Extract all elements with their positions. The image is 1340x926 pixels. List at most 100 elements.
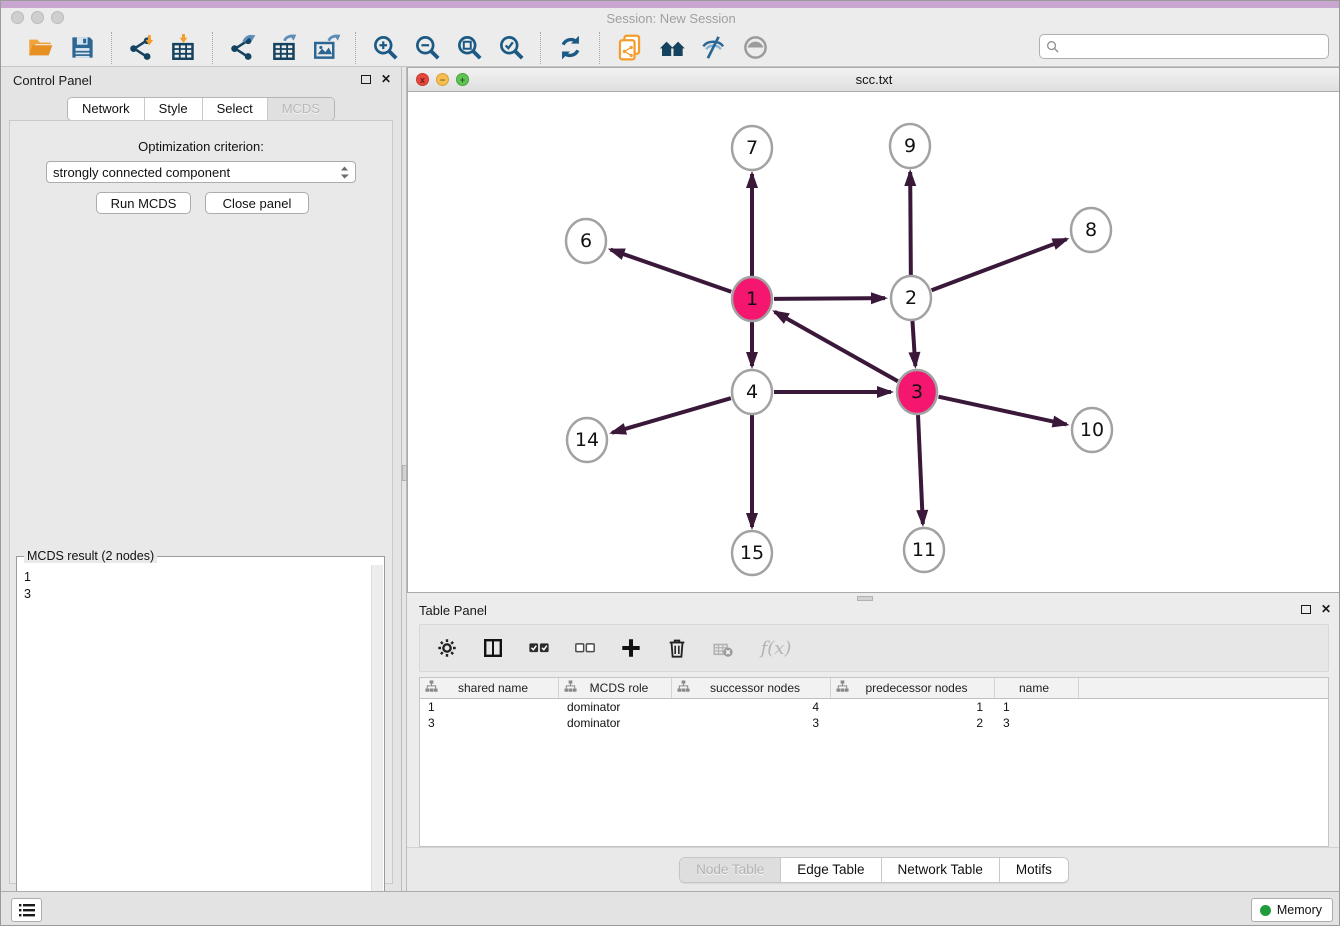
close-table-panel-icon[interactable]: ✕ xyxy=(1321,603,1331,615)
tab-node-table[interactable]: Node Table xyxy=(680,858,780,882)
first-neighbors-icon[interactable] xyxy=(656,33,686,63)
graph-node-2[interactable]: 2 xyxy=(891,276,931,320)
table-panel: Table Panel ✕ f(x) shared nameMCDS roles… xyxy=(407,597,1340,891)
tab-motifs[interactable]: Motifs xyxy=(999,858,1068,882)
deselect-all-checkboxes-icon[interactable] xyxy=(572,635,598,661)
zoom-fit-icon[interactable] xyxy=(454,33,484,63)
run-mcds-button[interactable]: Run MCDS xyxy=(96,192,191,214)
tab-mcds[interactable]: MCDS xyxy=(267,98,334,120)
table-tab-strip: Node TableEdge TableNetwork TableMotifs xyxy=(407,847,1340,891)
table-row[interactable]: 3dominator323 xyxy=(420,715,1328,731)
edge-4-14[interactable] xyxy=(612,398,731,433)
edge-2-8[interactable] xyxy=(932,239,1067,290)
table-cell[interactable]: 1 xyxy=(995,699,1079,715)
import-table-icon[interactable] xyxy=(168,33,198,63)
mcds-result-area[interactable]: 13 xyxy=(16,556,385,926)
column-header-name[interactable]: name xyxy=(995,678,1079,698)
table-row[interactable]: 1dominator411 xyxy=(420,699,1328,715)
edge-2-9[interactable] xyxy=(910,172,911,276)
export-network-icon[interactable] xyxy=(227,33,257,63)
graph-node-3[interactable]: 3 xyxy=(897,370,937,414)
show-all-icon[interactable] xyxy=(740,33,770,63)
network-window-titlebar[interactable]: x − + scc.txt xyxy=(408,68,1340,92)
result-scrollbar[interactable] xyxy=(371,565,383,926)
tab-style[interactable]: Style xyxy=(144,98,202,120)
save-session-icon[interactable] xyxy=(67,33,97,63)
float-table-panel-icon[interactable] xyxy=(1301,605,1311,614)
close-panel-icon[interactable]: ✕ xyxy=(381,73,391,85)
column-header-shared-name[interactable]: shared name xyxy=(420,678,559,698)
graph-node-8[interactable]: 8 xyxy=(1071,208,1111,252)
table-panel-title: Table Panel xyxy=(419,603,487,618)
table-cell[interactable]: 2 xyxy=(831,715,995,731)
graph-node-15[interactable]: 15 xyxy=(732,531,772,575)
graph-node-6[interactable]: 6 xyxy=(566,219,606,263)
table-cell[interactable]: dominator xyxy=(559,699,672,715)
graph-node-11[interactable]: 11 xyxy=(904,528,944,572)
close-window-button[interactable] xyxy=(11,11,24,24)
table-cell[interactable]: 3 xyxy=(672,715,831,731)
search-box[interactable] xyxy=(1039,34,1329,59)
result-line: 1 xyxy=(24,569,31,586)
table-cell[interactable]: 3 xyxy=(995,715,1079,731)
tab-edge-table[interactable]: Edge Table xyxy=(780,858,880,882)
node-table[interactable]: shared nameMCDS rolesuccessor nodesprede… xyxy=(419,677,1329,847)
column-label: name xyxy=(1000,681,1078,695)
select-all-checkboxes-icon[interactable] xyxy=(526,635,552,661)
import-network-icon[interactable] xyxy=(126,33,156,63)
network-zoom-button[interactable]: + xyxy=(456,73,469,86)
show-columns-icon[interactable] xyxy=(480,635,506,661)
delete-column-icon[interactable] xyxy=(664,635,690,661)
graph-node-7[interactable]: 7 xyxy=(732,126,772,170)
column-header-MCDS-role[interactable]: MCDS role xyxy=(559,678,672,698)
edge-1-2[interactable] xyxy=(774,298,885,299)
export-table-icon[interactable] xyxy=(269,33,299,63)
horizontal-divider-grip[interactable] xyxy=(857,596,873,601)
graph-node-10[interactable]: 10 xyxy=(1072,408,1112,452)
graph-node-9[interactable]: 9 xyxy=(890,124,930,168)
edge-3-10[interactable] xyxy=(938,397,1066,425)
criterion-dropdown[interactable]: strongly connected component xyxy=(46,161,356,183)
table-cell[interactable]: 3 xyxy=(420,715,559,731)
zoom-selected-icon[interactable] xyxy=(496,33,526,63)
tab-network-table[interactable]: Network Table xyxy=(881,858,999,882)
graph-node-4[interactable]: 4 xyxy=(732,370,772,414)
control-panel-header: Control Panel ✕ xyxy=(1,67,401,93)
network-minimize-button[interactable]: − xyxy=(436,73,449,86)
network-close-button[interactable]: x xyxy=(416,73,429,86)
float-panel-icon[interactable] xyxy=(361,75,371,84)
edge-2-3[interactable] xyxy=(912,320,915,366)
close-panel-button[interactable]: Close panel xyxy=(205,192,309,214)
graph-node-14[interactable]: 14 xyxy=(567,418,607,462)
add-column-icon[interactable] xyxy=(618,635,644,661)
graph-node-1[interactable]: 1 xyxy=(732,277,772,321)
hide-selected-icon[interactable] xyxy=(698,33,728,63)
edge-3-11[interactable] xyxy=(918,414,923,524)
table-cell[interactable]: 1 xyxy=(420,699,559,715)
export-image-icon[interactable] xyxy=(311,33,341,63)
column-label: shared name xyxy=(438,681,558,695)
task-history-button[interactable] xyxy=(11,898,42,922)
table-header-row: shared nameMCDS rolesuccessor nodesprede… xyxy=(420,678,1328,699)
network-canvas[interactable]: 7 9 6 8 1 2 4 3 14 10 15 11 xyxy=(408,92,1340,592)
tab-network[interactable]: Network xyxy=(68,98,144,120)
edge-1-6[interactable] xyxy=(611,250,732,292)
table-cell[interactable]: 1 xyxy=(831,699,995,715)
memory-button[interactable]: Memory xyxy=(1251,898,1333,922)
tab-select[interactable]: Select xyxy=(202,98,267,120)
column-header-successor-nodes[interactable]: successor nodes xyxy=(672,678,831,698)
table-cell[interactable]: dominator xyxy=(559,715,672,731)
edge-3-1[interactable] xyxy=(775,312,898,381)
refresh-layout-icon[interactable] xyxy=(555,33,585,63)
clone-network-icon[interactable] xyxy=(614,33,644,63)
column-header-predecessor-nodes[interactable]: predecessor nodes xyxy=(831,678,995,698)
minimize-window-button[interactable] xyxy=(31,11,44,24)
table-settings-icon[interactable] xyxy=(434,635,460,661)
table-cell[interactable]: 4 xyxy=(672,699,831,715)
hierarchy-icon xyxy=(564,680,577,696)
zoom-out-icon[interactable] xyxy=(412,33,442,63)
open-file-icon[interactable] xyxy=(25,33,55,63)
search-input[interactable] xyxy=(1064,40,1322,54)
maximize-window-button[interactable] xyxy=(51,11,64,24)
zoom-in-icon[interactable] xyxy=(370,33,400,63)
